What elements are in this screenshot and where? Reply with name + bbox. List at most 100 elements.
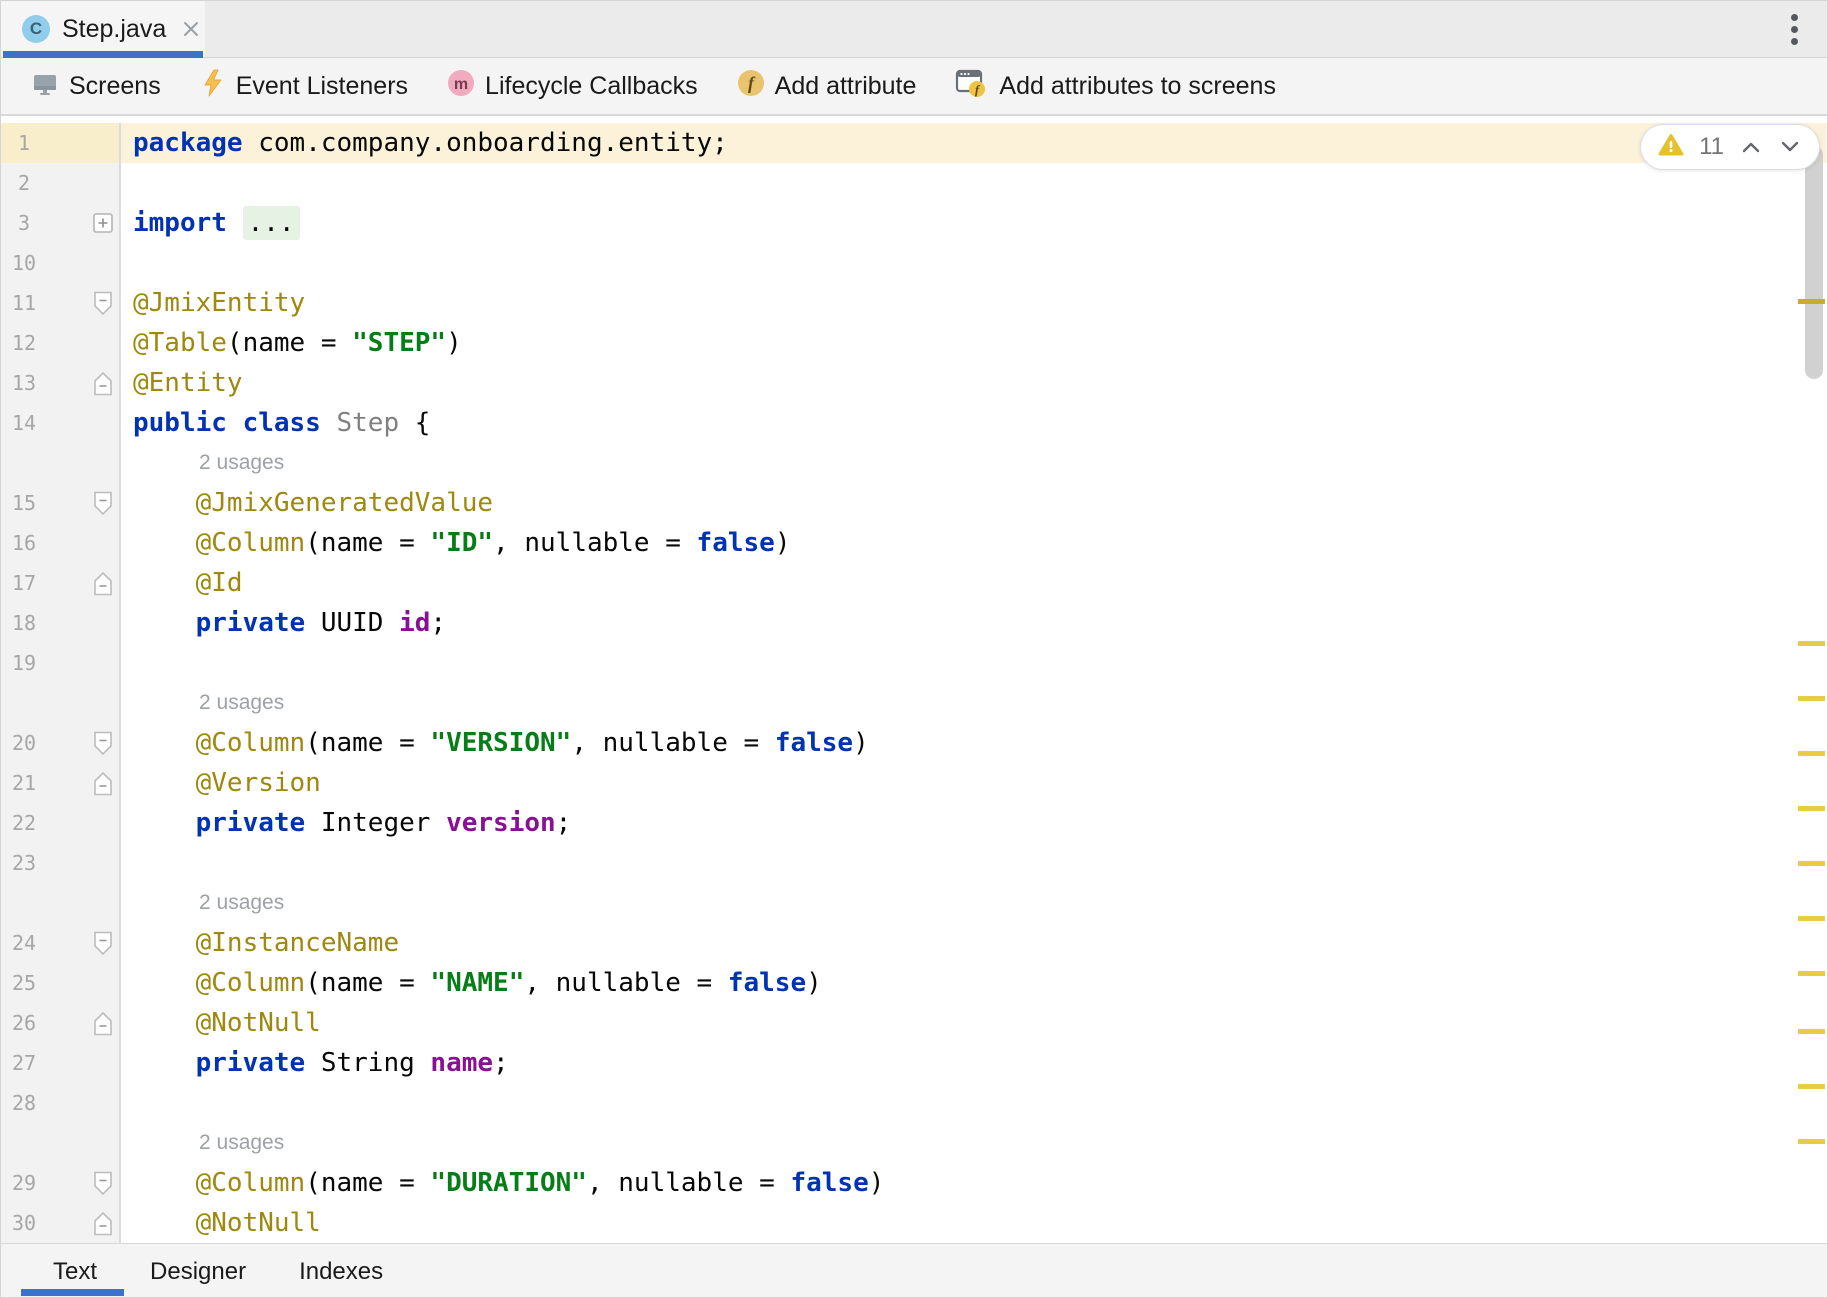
editor-mode-tab-bar: Text Designer Indexes [1,1243,1827,1298]
warning-stripe-mark[interactable] [1798,806,1825,811]
add-attribute-label: Add attribute [775,72,917,101]
fold-plus-icon[interactable] [93,213,113,233]
code-line: private Integer version; [121,803,571,843]
gutter-cell: 10 [1,243,121,283]
jmix-toolbar: Screens Event Listeners m Lifecycle Call… [1,58,1827,116]
code-line: package com.company.onboarding.entity; [121,123,728,163]
line-number: 28 [1,1083,47,1123]
lifecycle-callbacks-label: Lifecycle Callbacks [485,72,698,101]
line-number: 15 [1,483,47,523]
gutter-cell: 14 [1,403,121,443]
usages-hint[interactable]: 2 usages [121,1123,284,1163]
gutter-cell [1,683,121,723]
kebab-menu-icon[interactable] [1775,10,1813,48]
usages-inlay-row: 2 usages [1,1123,1827,1163]
gutter-cell: 11 [1,283,121,323]
usages-inlay-row: 2 usages [1,683,1827,723]
code-line: @NotNull [121,1003,321,1043]
fold-up-icon[interactable] [93,571,113,596]
editor-tab-bar: C Step.java [1,1,1827,58]
warning-stripe-mark[interactable] [1798,751,1825,756]
code-row: 16 @Column(name = "ID", nullable = false… [1,523,1827,563]
lifecycle-callbacks-button[interactable]: m Lifecycle Callbacks [447,69,698,104]
inspections-widget[interactable]: 11 [1640,124,1820,170]
line-number: 21 [1,763,47,803]
code-line: import ... [121,203,300,243]
gutter-cell: 15 [1,483,121,523]
code-row: 22 private Integer version; [1,803,1827,843]
fold-down-icon[interactable] [93,731,113,756]
code-line: private String name; [121,1043,509,1083]
gutter-cell [1,1123,121,1163]
code-row: 19 [1,643,1827,683]
code-line: @Column(name = "DURATION", nullable = fa… [121,1163,884,1203]
warning-stripe-mark[interactable] [1798,971,1825,976]
code-editor[interactable]: 1package com.company.onboarding.entity;2… [1,116,1827,1243]
scrollbar-thumb[interactable] [1805,146,1823,379]
code-row: 11@JmixEntity [1,283,1827,323]
fold-down-icon[interactable] [93,931,113,956]
svg-text:m: m [454,76,468,93]
fold-up-icon[interactable] [93,1211,113,1236]
warning-stripe-mark[interactable] [1798,916,1825,921]
tab-indexes[interactable]: Indexes [299,1258,383,1286]
code-line [121,163,133,203]
gutter-cell [1,443,121,483]
code-row: 12@Table(name = "STEP") [1,323,1827,363]
code-row: 3 import ... [1,203,1827,243]
line-number: 14 [1,403,47,443]
java-class-icon: C [22,15,50,43]
fold-up-icon[interactable] [93,371,113,396]
line-number: 23 [1,843,47,883]
gutter-cell: 2 [1,163,121,203]
usages-hint[interactable]: 2 usages [121,883,284,923]
error-stripe[interactable] [1797,116,1827,1243]
tab-step-java[interactable]: C Step.java [1,1,205,57]
gutter-cell: 21 [1,763,121,803]
fold-down-icon[interactable] [93,491,113,516]
window-f-icon: f [955,68,989,105]
warning-stripe-mark[interactable] [1798,696,1825,701]
add-attributes-to-screens-button[interactable]: f Add attributes to screens [955,68,1276,105]
fold-down-icon[interactable] [93,291,113,316]
code-row: 27 private String name; [1,1043,1827,1083]
fold-up-icon[interactable] [93,771,113,796]
screens-button[interactable]: Screens [31,69,161,104]
tab-designer[interactable]: Designer [150,1258,246,1286]
line-number: 12 [1,323,47,363]
usages-hint[interactable]: 2 usages [121,443,284,483]
fold-up-icon[interactable] [93,1011,113,1036]
code-line: @InstanceName [121,923,399,963]
f-circle-icon: f [737,69,765,104]
close-tab-icon[interactable] [181,18,201,40]
line-number: 2 [1,163,47,203]
tab-text[interactable]: Text [53,1258,97,1286]
gutter-cell [1,883,121,923]
gutter-cell: 25 [1,963,121,1003]
next-warning-button[interactable] [1778,135,1802,159]
code-row: 15 @JmixGeneratedValue [1,483,1827,523]
warning-stripe-mark[interactable] [1798,1084,1825,1089]
ide-window: C Step.java Screens Event Listeners m [0,0,1828,1298]
usages-inlay-row: 2 usages [1,883,1827,923]
m-circle-icon: m [447,69,475,104]
add-attribute-button[interactable]: f Add attribute [737,69,917,104]
warning-stripe-mark[interactable] [1798,861,1825,866]
gutter-cell: 30 [1,1203,121,1243]
active-tab-underline [3,51,203,58]
warning-stripe-mark[interactable] [1798,299,1825,304]
line-number: 3 [1,203,47,243]
warning-stripe-mark[interactable] [1798,641,1825,646]
event-listeners-button[interactable]: Event Listeners [200,68,408,105]
fold-down-icon[interactable] [93,1171,113,1196]
previous-warning-button[interactable] [1739,135,1763,159]
gutter-cell: 23 [1,843,121,883]
warning-stripe-mark[interactable] [1798,1139,1825,1144]
warning-stripe-mark[interactable] [1798,1029,1825,1034]
line-number: 11 [1,283,47,323]
line-number: 16 [1,523,47,563]
gutter-cell: 27 [1,1043,121,1083]
code-line: @Version [121,763,321,803]
usages-hint[interactable]: 2 usages [121,683,284,723]
code-row: 24 @InstanceName [1,923,1827,963]
